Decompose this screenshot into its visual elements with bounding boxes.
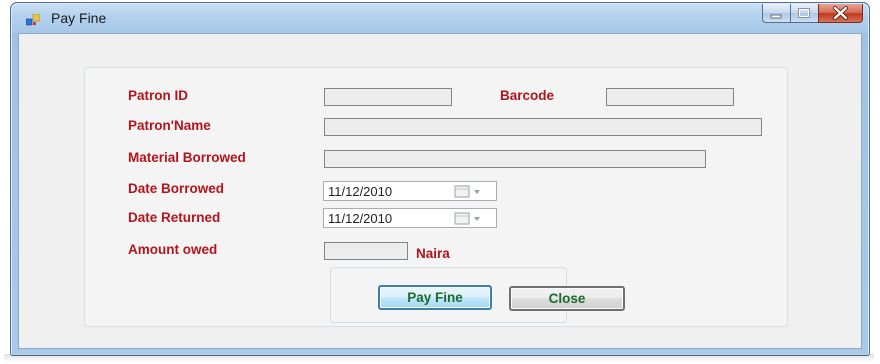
barcode-input[interactable]: [606, 88, 734, 106]
material-borrowed-input[interactable]: [324, 150, 706, 168]
minimize-icon: [770, 14, 782, 19]
material-borrowed-label: Material Borrowed: [128, 150, 246, 165]
pay-fine-window: Pay Fine Patron ID Barcode Patron'Name M…: [10, 2, 870, 356]
title-bar[interactable]: Pay Fine: [11, 3, 869, 33]
maximize-icon: [798, 8, 810, 18]
window-title: Pay Fine: [51, 10, 107, 26]
close-icon: [833, 6, 848, 20]
calendar-dropdown-icon[interactable]: [453, 185, 491, 198]
date-borrowed-picker[interactable]: 11/12/2010: [323, 181, 497, 201]
date-returned-picker[interactable]: 11/12/2010: [323, 208, 497, 228]
window-shadow: [4, 354, 874, 362]
pay-fine-button[interactable]: Pay Fine: [378, 285, 492, 310]
patron-id-label: Patron ID: [128, 88, 189, 103]
currency-label: Naira: [416, 246, 450, 261]
amount-owed-label: Amount owed: [128, 242, 218, 257]
close-button[interactable]: Close: [509, 286, 625, 311]
patron-name-input[interactable]: [324, 118, 762, 136]
patron-name-label: Patron'Name: [128, 118, 211, 133]
minimize-button[interactable]: [762, 4, 790, 23]
maximize-button[interactable]: [790, 4, 818, 23]
barcode-label: Barcode: [500, 88, 555, 103]
date-borrowed-label: Date Borrowed: [128, 181, 225, 196]
action-buttons-group: Pay Fine Close: [330, 267, 625, 323]
date-borrowed-value: 11/12/2010: [328, 184, 393, 199]
amount-owed-input[interactable]: [324, 242, 408, 260]
patron-id-input[interactable]: [324, 88, 452, 106]
date-returned-value: 11/12/2010: [328, 211, 393, 226]
close-window-button[interactable]: [818, 4, 863, 23]
caption-buttons: [762, 4, 863, 24]
date-returned-label: Date Returned: [128, 210, 221, 225]
calendar-dropdown-icon[interactable]: [453, 212, 491, 225]
form-icon: [25, 13, 41, 26]
